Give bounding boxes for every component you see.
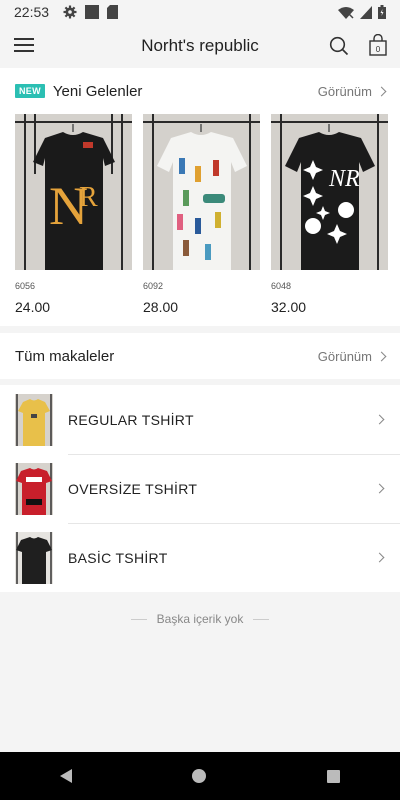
product-image: NR: [271, 114, 388, 270]
category-item[interactable]: REGULAR TSHİRT: [0, 385, 400, 454]
chevron-right-icon: [376, 351, 387, 361]
cart-icon[interactable]: 0: [368, 34, 388, 56]
category-thumbnail: [15, 531, 53, 584]
product-code: 6092: [143, 281, 164, 291]
cart-count: 0: [376, 45, 381, 54]
category-thumbnail: [15, 462, 53, 515]
gear-icon: [63, 5, 77, 19]
product-card[interactable]: N R 6056 24.00: [15, 114, 132, 315]
product-code: 6056: [15, 281, 36, 291]
product-image: N R: [15, 114, 132, 270]
signal-icon: [360, 5, 372, 19]
search-icon[interactable]: [328, 35, 350, 57]
category-label: BASİC TSHİRT: [68, 549, 168, 566]
category-item[interactable]: BASİC TSHİRT: [0, 523, 400, 592]
category-list: REGULAR TSHİRT OVERSİZE TSHİRT BASİC TSH…: [0, 385, 400, 592]
battery-icon: [378, 5, 386, 19]
product-card[interactable]: 6092 28.00: [143, 114, 260, 315]
product-card[interactable]: NR 6048 32.00: [271, 114, 388, 315]
category-label: OVERSİZE TSHİRT: [68, 480, 198, 497]
product-code: 6048: [271, 281, 292, 291]
sd-card-icon: [107, 5, 119, 19]
category-label: REGULAR TSHİRT: [68, 411, 194, 428]
status-bar: 22:53: [0, 0, 400, 24]
recents-icon[interactable]: [326, 769, 340, 783]
product-image: [143, 114, 260, 270]
product-price: 24.00: [15, 299, 51, 315]
category-thumbnail: [15, 393, 53, 446]
new-arrivals-title: Yeni Gelenler: [52, 82, 143, 100]
svg-text:R: R: [79, 182, 98, 213]
status-time: 22:53: [14, 4, 50, 20]
category-item[interactable]: OVERSİZE TSHİRT: [0, 454, 400, 523]
new-badge: NEW: [15, 84, 45, 98]
square-icon: [85, 5, 100, 19]
page-title: Norht's republic: [141, 36, 259, 55]
menu-icon[interactable]: [14, 38, 34, 52]
no-more-content-label: Başka içerik yok: [156, 612, 244, 626]
wifi-off-icon: [338, 6, 354, 19]
chevron-right-icon: [374, 552, 385, 563]
home-icon[interactable]: [192, 769, 207, 783]
product-price: 32.00: [271, 299, 307, 315]
view-all-label: Görünüm: [317, 83, 372, 99]
app-header: Norht's republic 0: [0, 24, 400, 68]
no-more-content: Başka içerik yok: [0, 612, 400, 626]
chevron-right-icon: [376, 86, 387, 96]
view-all-label: Görünüm: [317, 348, 372, 364]
chevron-right-icon: [374, 483, 385, 494]
new-arrivals-view-all[interactable]: Görünüm: [317, 83, 387, 99]
all-articles-row[interactable]: Tüm makaleler Görünüm: [0, 333, 400, 379]
divider: [253, 618, 270, 620]
all-articles-view-all[interactable]: Görünüm: [317, 348, 387, 364]
system-nav-bar: [0, 752, 400, 800]
chevron-right-icon: [374, 414, 385, 425]
divider: [130, 618, 147, 620]
svg-text:NR: NR: [328, 166, 360, 192]
back-icon[interactable]: [60, 769, 73, 783]
product-price: 28.00: [143, 299, 179, 315]
all-articles-title: Tüm makaleler: [15, 347, 115, 365]
new-arrivals-section: NEW Yeni Gelenler Görünüm N R 6056 24.00: [0, 68, 400, 326]
